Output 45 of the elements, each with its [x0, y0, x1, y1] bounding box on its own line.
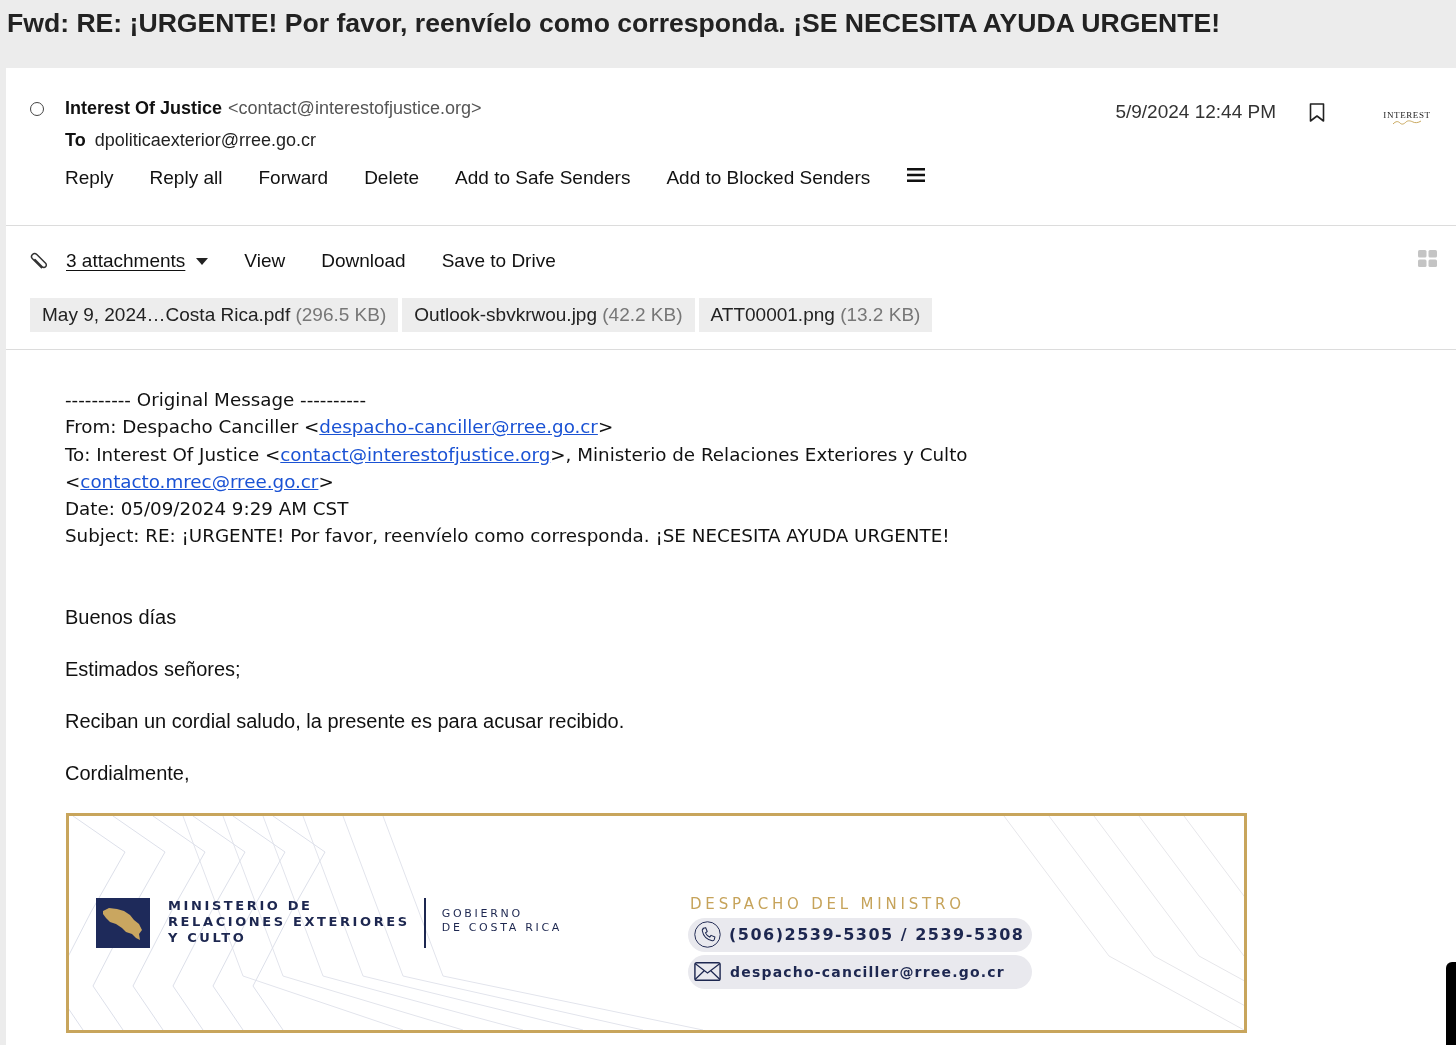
- email-subject: Fwd: RE: ¡URGENTE! Por favor, reenvíelo como corresponda. ¡SE NECESITA AYUDA URGENTE!: [7, 7, 1222, 40]
- email-link[interactable]: contacto.mrec@rree.go.cr: [80, 470, 319, 492]
- attachment-chip[interactable]: ATT00001.png (13.2 KB): [698, 298, 933, 332]
- map-emblem-icon: [96, 897, 150, 948]
- body-paragraph: Reciban un cordial saludo, la presente es para acusar recibido.: [65, 708, 626, 733]
- action-link[interactable]: Forward: [258, 166, 329, 190]
- body-paragraph: Estimados señores;: [65, 656, 242, 681]
- date-text: 5/9/2024 12:44 PM: [1115, 100, 1276, 124]
- bookmark-icon[interactable]: [1309, 102, 1325, 122]
- phone-icon: [694, 921, 721, 949]
- header-line: To: Interest Of Justice <contact@interestofjustice.org>, Ministerio de Relaciones Exteriores y Culto <contacto.mrec@rree.go.cr>: [65, 442, 969, 494]
- recipient-email: dpoliticaexterior@rree.go.cr: [94, 130, 317, 150]
- header-line: Date: 05/09/2024 9:29 AM CST: [65, 497, 350, 522]
- attachment-action-link[interactable]: Download: [321, 249, 406, 273]
- header-line: From: Despacho Canciller <despacho-canciller@rree.go.cr>: [65, 415, 615, 440]
- separator-line: ---------- Original Message ----------: [65, 388, 368, 412]
- email-link[interactable]: contact@interestofjustice.org: [280, 443, 551, 465]
- header-line: Subject: RE: ¡URGENTE! Por favor, reenvíelo como corresponda. ¡SE NECESITA AYUDA URGENTE!: [65, 524, 951, 549]
- email-link[interactable]: despacho-canciller@rree.go.cr: [319, 416, 598, 438]
- brand-logo: INTEREST: [1378, 111, 1436, 125]
- attachment-action-link[interactable]: Save to Drive: [441, 249, 556, 273]
- scrollbar-thumb[interactable]: [1446, 962, 1456, 1045]
- phone-number: (506)2539-5305 / 2539-5308: [729, 925, 1025, 945]
- office-title: DESPACHO DEL MINISTRO: [690, 895, 966, 912]
- to-label: To: [65, 130, 86, 150]
- action-link[interactable]: Add to Blocked Senders: [666, 166, 871, 190]
- action-link[interactable]: Reply: [65, 166, 114, 190]
- sender-email: <contact@interestofjustice.org>: [228, 98, 482, 118]
- body-paragraph: Cordialmente,: [65, 760, 191, 785]
- caret-icon: [196, 257, 209, 265]
- attachment-chip[interactable]: Outlook-sbvkrwou.jpg (42.2 KB): [402, 298, 695, 332]
- government-name: GOBIERNO DE COSTA RICA: [441, 906, 563, 935]
- ministry-name: MINISTERIO DE RELACIONES EXTERIORES Y CULTO: [168, 897, 410, 946]
- mail-icon: [694, 962, 721, 982]
- sender-name: Interest Of Justice: [65, 98, 223, 118]
- email-address: despacho-canciller@rree.go.cr: [730, 963, 1005, 980]
- action-link[interactable]: Reply all: [149, 166, 223, 190]
- attachment-chip[interactable]: May 9, 2024…Costa Rica.pdf (296.5 KB): [30, 298, 399, 332]
- attachments-dropdown[interactable]: 3 attachments: [66, 249, 209, 273]
- body-paragraph: Buenos días: [65, 604, 178, 629]
- action-link[interactable]: Add to Safe Senders: [455, 166, 631, 190]
- action-link[interactable]: Delete: [364, 166, 420, 190]
- menu-icon[interactable]: [907, 168, 926, 182]
- paperclip-icon: [30, 251, 49, 271]
- attachment-action-link[interactable]: View: [244, 249, 286, 273]
